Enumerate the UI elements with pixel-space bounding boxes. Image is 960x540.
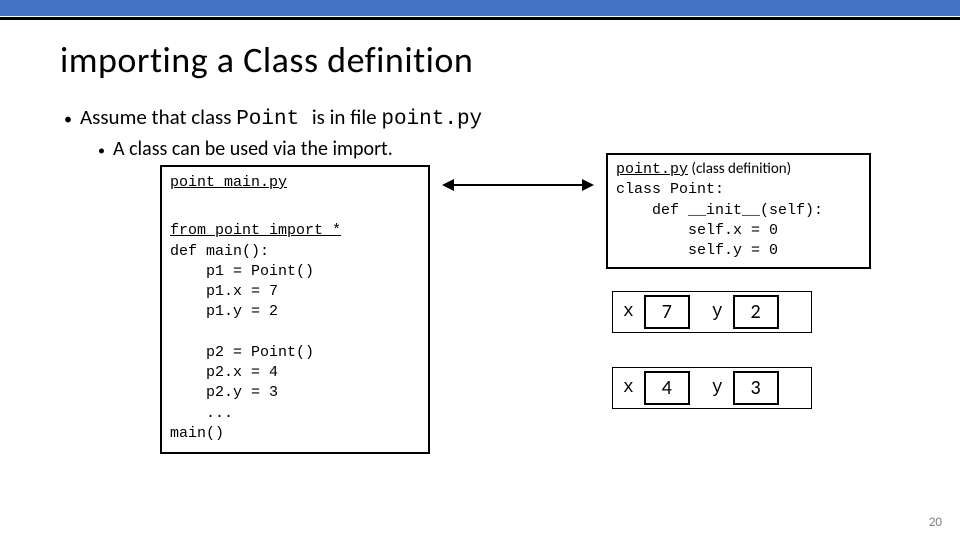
filename-class: point.py <box>616 161 688 178</box>
filename-main: point_main.py <box>170 173 420 193</box>
obj2-x-value: 4 <box>644 371 690 405</box>
bullet-level-1: • Assume that class Point is in file poi… <box>64 104 900 131</box>
obj2-x-label: x <box>613 378 644 398</box>
bullet1-mono2: point.py <box>381 108 482 131</box>
code-line: ... <box>170 404 420 424</box>
code-line: p1 = Point() <box>170 262 420 282</box>
code-box-main: point_main.py from point import * def ma… <box>160 165 430 454</box>
code-line: p1.x = 7 <box>170 282 420 302</box>
bullet-dot: • <box>98 142 105 159</box>
code-line: p1.y = 2 <box>170 302 420 322</box>
object-instance-1: x 7 y 2 <box>612 291 812 333</box>
code-line <box>170 323 420 343</box>
bullet1-mono1: Point <box>236 108 312 131</box>
obj1-y-label: y <box>702 302 733 322</box>
page-number: 20 <box>929 515 942 530</box>
bullet-dot: • <box>64 110 72 129</box>
object-instance-2: x 4 y 3 <box>612 367 812 409</box>
obj2-y-label: y <box>702 378 733 398</box>
code-line: p2.x = 4 <box>170 363 420 383</box>
class-def-label: (class definition) <box>688 160 791 178</box>
code-box-class: point.py (class definition) class Point:… <box>606 153 871 269</box>
bullet-1-text: Assume that class Point is in file point… <box>80 104 482 131</box>
code-line: p2 = Point() <box>170 343 420 363</box>
header-accent-bar <box>0 0 960 16</box>
obj1-x-value: 7 <box>644 295 690 329</box>
arrow-line <box>452 184 584 186</box>
bullet1-mid: is in file <box>312 104 382 130</box>
code-line: self.x = 0 <box>616 221 861 241</box>
import-line: from point import * <box>170 222 341 239</box>
obj1-y-value: 2 <box>733 295 779 329</box>
double-arrow <box>442 179 594 191</box>
arrow-head-right-icon <box>582 179 594 191</box>
code-line: self.y = 0 <box>616 241 861 261</box>
slide-title: importing a Class definition <box>60 38 900 82</box>
slide-body: importing a Class definition • Assume th… <box>0 20 960 540</box>
class-box-header: point.py (class definition) <box>616 159 861 180</box>
obj1-x-label: x <box>613 302 644 322</box>
code-line: main() <box>170 424 420 444</box>
code-line: def __init__(self): <box>616 201 861 221</box>
bullet2-text: A class can be used via the import. <box>113 137 393 161</box>
code-line: class Point: <box>616 180 861 200</box>
bullet1-prefix: Assume that class <box>80 104 236 130</box>
code-line: p2.y = 3 <box>170 383 420 403</box>
code-line: def main(): <box>170 242 420 262</box>
obj2-y-value: 3 <box>733 371 779 405</box>
